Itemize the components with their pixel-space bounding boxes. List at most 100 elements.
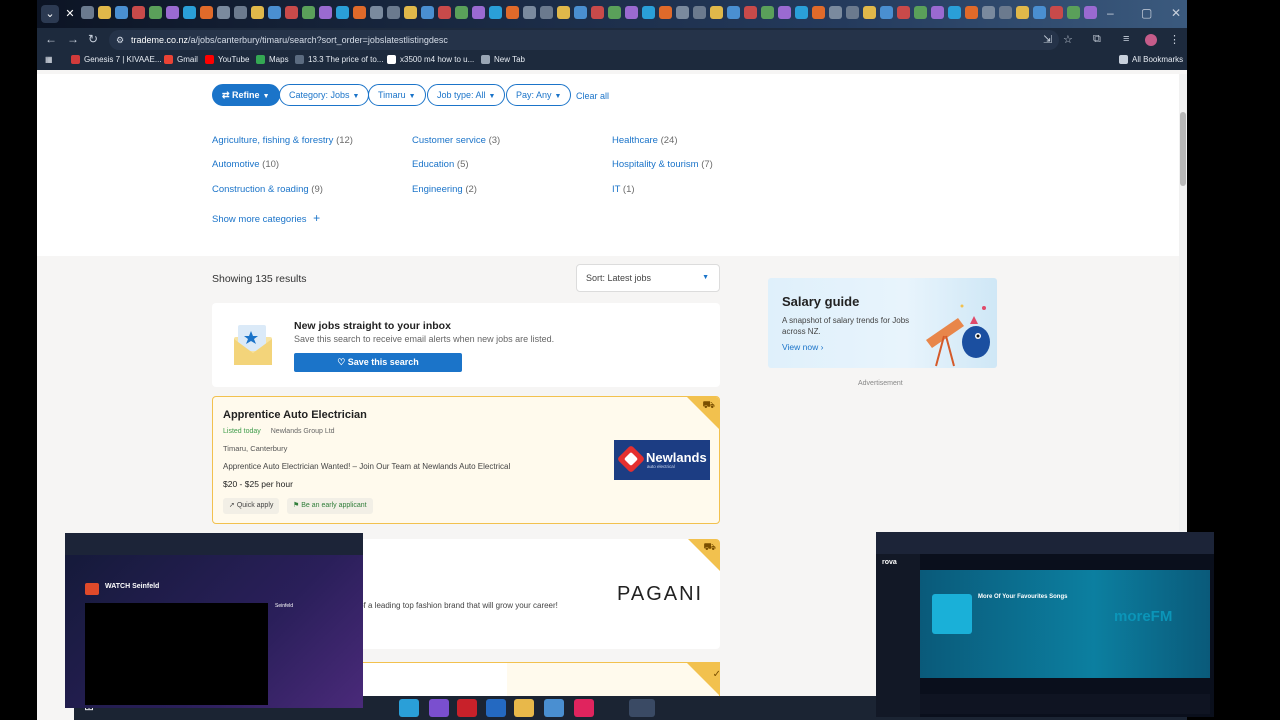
pinned-tab-icon[interactable]: [217, 6, 230, 19]
maximize-icon[interactable]: ▢: [1141, 6, 1152, 20]
job-type-filter[interactable]: Job type: All ▼: [427, 84, 506, 106]
pinned-tab-icon[interactable]: [1067, 6, 1080, 19]
pinned-tab-icon[interactable]: [863, 6, 876, 19]
pinned-tab-icon[interactable]: [914, 6, 927, 19]
pinned-tab-icon[interactable]: [642, 6, 655, 19]
category-link[interactable]: Education (5): [412, 159, 469, 170]
pinned-tab-icon[interactable]: [98, 6, 111, 19]
pinned-tab-icon[interactable]: [931, 6, 944, 19]
category-link[interactable]: Hospitality & tourism (7): [612, 159, 713, 170]
category-link[interactable]: Construction & roading (9): [212, 184, 323, 195]
pinned-tab-icon[interactable]: [999, 6, 1012, 19]
reload-icon[interactable]: ↻: [85, 32, 101, 46]
pinned-tab-icon[interactable]: [829, 6, 842, 19]
forward-icon[interactable]: →: [65, 32, 81, 46]
scrollbar-thumb[interactable]: [1180, 112, 1186, 186]
pinned-tab-icon[interactable]: [727, 6, 740, 19]
sort-select[interactable]: Sort: Latest jobs ▼: [576, 264, 720, 292]
pinned-tab-icon[interactable]: [319, 6, 332, 19]
pinned-tab-icon[interactable]: [132, 6, 145, 19]
pinned-tab-icon[interactable]: [115, 6, 128, 19]
pinned-tab-icon[interactable]: [506, 6, 519, 19]
pinned-tab-icon[interactable]: [438, 6, 451, 19]
back-icon[interactable]: ←: [43, 32, 59, 46]
pinned-tab-icon[interactable]: [1033, 6, 1046, 19]
bookmark-maps[interactable]: Maps: [256, 55, 289, 64]
all-bookmarks[interactable]: All Bookmarks: [1119, 55, 1183, 64]
pinned-tab-icon[interactable]: [880, 6, 893, 19]
pinned-tab-icon[interactable]: [761, 6, 774, 19]
pinned-tab-icon[interactable]: [302, 6, 315, 19]
category-link[interactable]: Automotive (10): [212, 159, 279, 170]
close-tab-icon[interactable]: ✕: [61, 5, 79, 23]
pinned-tab-icon[interactable]: [370, 6, 383, 19]
pinned-tab-icon[interactable]: [200, 6, 213, 19]
pinned-tab-icon[interactable]: [1050, 6, 1063, 19]
pinned-tab-icon[interactable]: [812, 6, 825, 19]
pinned-tab-icon[interactable]: [778, 6, 791, 19]
install-icon[interactable]: ⇲: [1043, 33, 1052, 46]
pinned-tab-icon[interactable]: [608, 6, 621, 19]
pinned-tab-icon[interactable]: [183, 6, 196, 19]
category-link[interactable]: IT (1): [612, 184, 635, 195]
pinned-tab-icon[interactable]: [574, 6, 587, 19]
app-purple-icon[interactable]: [429, 699, 449, 717]
pinned-tab-icon[interactable]: [421, 6, 434, 19]
close-window-icon[interactable]: ✕: [1171, 6, 1181, 20]
file-explorer-icon[interactable]: [514, 699, 534, 717]
bookmark-youtube[interactable]: YouTube: [205, 55, 249, 64]
rova-player-bar[interactable]: [920, 694, 1210, 714]
telegram-icon[interactable]: [399, 699, 419, 717]
location-filter[interactable]: Timaru ▼: [368, 84, 426, 106]
pinned-tab-icon[interactable]: [591, 6, 604, 19]
pinned-tab-icon[interactable]: [846, 6, 859, 19]
category-link[interactable]: Healthcare (24): [612, 135, 678, 146]
save-search-button[interactable]: ♡ Save this search: [294, 353, 462, 372]
minimize-icon[interactable]: –: [1107, 6, 1114, 20]
pinned-tab-icon[interactable]: [965, 6, 978, 19]
profile-avatar[interactable]: [1145, 34, 1157, 46]
pinned-tab-icon[interactable]: [489, 6, 502, 19]
category-link[interactable]: Engineering (2): [412, 184, 477, 195]
pinned-tab-icon[interactable]: [1084, 6, 1097, 19]
pinned-tab-icon[interactable]: [676, 6, 689, 19]
salary-guide-ad[interactable]: Salary guide A snapshot of salary trends…: [768, 278, 997, 368]
extensions-icon[interactable]: ⧉: [1093, 33, 1101, 46]
bookmark-x3500[interactable]: x3500 m4 how to u...: [387, 55, 474, 64]
category-link[interactable]: Agriculture, fishing & forestry (12): [212, 135, 353, 146]
pinned-tab-icon[interactable]: [387, 6, 400, 19]
pinned-tab-icon[interactable]: [540, 6, 553, 19]
category-filter[interactable]: Category: Jobs ▼: [279, 84, 370, 106]
pinned-tab-icon[interactable]: [557, 6, 570, 19]
pinned-tab-icon[interactable]: [285, 6, 298, 19]
bookmark-genesis[interactable]: Genesis 7 | KIVAAE...: [71, 55, 162, 64]
job-listing-card[interactable]: ⛟ Apprentice Auto Electrician Listed tod…: [212, 396, 720, 524]
pinned-tab-icon[interactable]: [149, 6, 162, 19]
pinned-tab-icon[interactable]: [523, 6, 536, 19]
job-title[interactable]: Apprentice Auto Electrician: [223, 409, 367, 421]
app-screen-icon[interactable]: [544, 699, 564, 717]
pip-video-frame[interactable]: [85, 603, 268, 705]
bookmark-gmail[interactable]: Gmail: [164, 55, 198, 64]
pinned-tab-icon[interactable]: [1016, 6, 1029, 19]
refine-button[interactable]: ⇄ Refine ▼: [212, 84, 280, 106]
app-pink-icon[interactable]: [574, 699, 594, 717]
bookmark-newtab[interactable]: New Tab: [481, 55, 525, 64]
pinned-tab-icon[interactable]: [982, 6, 995, 19]
pinned-tab-icon[interactable]: [948, 6, 961, 19]
clear-all-link[interactable]: Clear all: [576, 91, 609, 101]
site-info-icon[interactable]: ⚙: [116, 30, 124, 50]
pinned-tab-icon[interactable]: [472, 6, 485, 19]
tab-search-button[interactable]: ⌄: [41, 5, 59, 23]
pinned-tab-icon[interactable]: [268, 6, 281, 19]
pinned-tab-icon[interactable]: [166, 6, 179, 19]
pinned-tab-icon[interactable]: [455, 6, 468, 19]
pinned-tab-icon[interactable]: [234, 6, 247, 19]
pinned-tabs[interactable]: [81, 6, 1101, 22]
pinned-tab-icon[interactable]: [353, 6, 366, 19]
pinned-tab-icon[interactable]: [659, 6, 672, 19]
show-more-categories[interactable]: Show more categories +: [212, 211, 320, 225]
pay-filter[interactable]: Pay: Any ▼: [506, 84, 572, 106]
url-input[interactable]: ⚙ trademe.co.nz/a/jobs/canterbury/timaru…: [109, 30, 1059, 50]
telegram-active-icon[interactable]: [629, 699, 655, 717]
